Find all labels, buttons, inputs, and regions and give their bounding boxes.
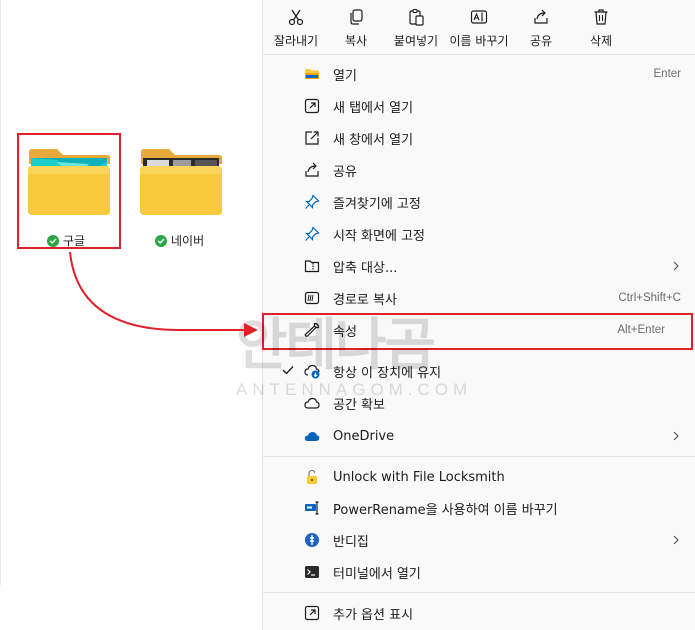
share-icon <box>534 9 548 24</box>
folder-label: 네이버 <box>155 232 245 249</box>
menu-item-label: 추가 옵션 표시 <box>333 607 414 623</box>
compress-icon <box>303 257 321 275</box>
menu-item-label: 새 탭에서 열기 <box>333 100 414 116</box>
chevron-right-icon <box>673 261 679 271</box>
unlock-icon <box>303 468 321 486</box>
chevron-right-icon <box>673 535 679 545</box>
menu-item-label: PowerRename을 사용하여 이름 바꾸기 <box>333 502 558 518</box>
menu-item-open-new-tab[interactable]: 새 탭에서 열기 <box>263 91 695 121</box>
chevron-right-icon <box>673 431 679 441</box>
menu-item-label: 새 창에서 열기 <box>333 132 414 148</box>
powerrename-icon <box>303 499 321 517</box>
paste-icon <box>409 8 424 26</box>
menu-separator <box>263 456 695 457</box>
menu-item-label: 반디집 <box>333 534 369 550</box>
folder-highlight-box <box>17 133 121 249</box>
rename-icon <box>470 10 488 24</box>
cloud-download-icon <box>303 362 321 380</box>
folder-open-icon <box>303 65 321 83</box>
cloud-icon <box>303 394 321 412</box>
menu-item-compress[interactable]: 압축 대상... <box>263 251 695 281</box>
properties-highlight-box <box>262 313 693 350</box>
share-label: 공유 <box>529 34 553 48</box>
pane-divider <box>0 0 1 585</box>
terminal-icon <box>303 563 321 581</box>
rename-button[interactable]: 이름 바꾸기 <box>446 4 512 50</box>
copy-button[interactable]: 복사 <box>323 4 389 50</box>
menu-item-copy-path[interactable]: 경로로 복사 Ctrl+Shift+C <box>263 283 695 313</box>
pin-icon <box>303 225 321 243</box>
menu-item-free-space[interactable]: 공간 확보 <box>263 388 695 418</box>
folder-name: 네이버 <box>171 234 205 248</box>
open-new-tab-icon <box>303 97 321 115</box>
more-options-icon <box>303 604 321 622</box>
menu-item-powerrename[interactable]: PowerRename을 사용하여 이름 바꾸기 <box>263 493 695 523</box>
menu-item-file-locksmith[interactable]: Unlock with File Locksmith <box>263 462 695 492</box>
rename-label: 이름 바꾸기 <box>449 34 509 48</box>
menu-item-label: 터미널에서 열기 <box>333 566 421 582</box>
pin-icon <box>303 193 321 211</box>
open-new-window-icon <box>303 129 321 147</box>
file-explorer-pane: 구글 네이버 <box>0 0 262 630</box>
menu-item-pin-start[interactable]: 시작 화면에 고정 <box>263 219 695 249</box>
cut-label: 잘라내기 <box>273 34 319 48</box>
menu-item-label: 공간 확보 <box>333 397 385 413</box>
share-button[interactable]: 공유 <box>508 4 574 50</box>
menu-item-terminal[interactable]: 터미널에서 열기 <box>263 557 695 587</box>
copy-path-icon <box>303 289 321 307</box>
cut-button[interactable]: 잘라내기 <box>263 4 329 50</box>
menu-item-shortcut: Enter <box>653 68 682 80</box>
paste-button[interactable]: 붙여넣기 <box>383 4 449 50</box>
menu-item-label: OneDrive <box>333 428 395 444</box>
menu-item-label: 공유 <box>333 164 357 180</box>
cut-icon <box>288 9 304 26</box>
delete-icon <box>594 9 608 25</box>
menu-item-label: Unlock with File Locksmith <box>333 469 505 485</box>
menu-item-more-options[interactable]: 추가 옵션 표시 <box>263 598 695 628</box>
folder-icon <box>140 149 222 215</box>
onedrive-icon <box>303 427 321 445</box>
share-icon <box>303 161 321 179</box>
menu-item-pin-favorites[interactable]: 즐겨찾기에 고정 <box>263 187 695 217</box>
copy-label: 복사 <box>344 34 368 48</box>
menu-item-label: 압축 대상... <box>333 260 398 276</box>
menu-item-open[interactable]: 열기 Enter <box>263 59 695 89</box>
menu-item-label: 열기 <box>333 68 357 84</box>
menu-item-label: 시작 화면에 고정 <box>333 228 425 244</box>
menu-item-bandizip[interactable]: 반디집 <box>263 525 695 555</box>
context-menu-toolbar: 잘라내기 복사 붙여넣기 이름 바꾸기 공유 삭제 <box>263 0 695 55</box>
checkmark-icon <box>282 366 294 375</box>
menu-item-share[interactable]: 공유 <box>263 155 695 185</box>
menu-item-onedrive[interactable]: OneDrive <box>263 421 695 451</box>
menu-item-label: 즐겨찾기에 고정 <box>333 196 421 212</box>
menu-item-label: 항상 이 장치에 유지 <box>333 365 442 381</box>
copy-icon <box>350 9 363 25</box>
menu-separator <box>263 592 695 593</box>
bandizip-icon <box>303 531 321 549</box>
delete-label: 삭제 <box>589 34 613 48</box>
sync-status-check-icon <box>155 234 167 247</box>
paste-label: 붙여넣기 <box>393 34 439 48</box>
menu-item-shortcut: Ctrl+Shift+C <box>618 292 681 304</box>
menu-item-open-new-window[interactable]: 새 창에서 열기 <box>263 123 695 153</box>
delete-button[interactable]: 삭제 <box>568 4 634 50</box>
menu-item-label: 경로로 복사 <box>333 292 397 308</box>
menu-item-keep-on-device[interactable]: 항상 이 장치에 유지 <box>263 356 695 386</box>
